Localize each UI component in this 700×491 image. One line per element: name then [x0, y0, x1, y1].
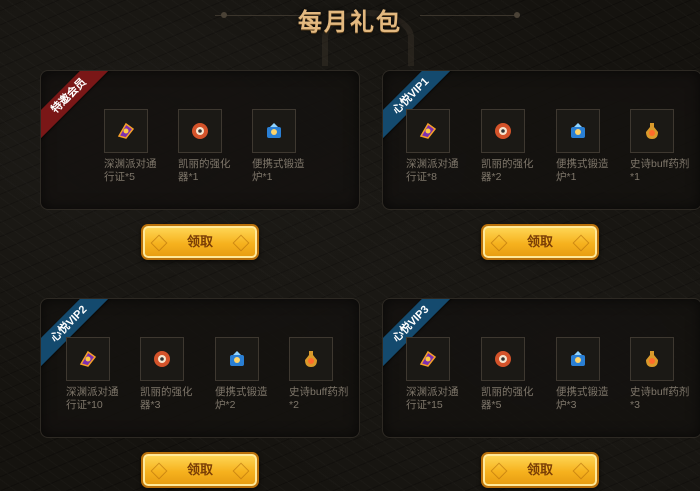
- orange-gear-icon: [495, 351, 511, 367]
- item-label: 深渊派对通行证*5: [104, 158, 157, 183]
- item-slot[interactable]: [178, 109, 222, 153]
- claim-button[interactable]: 领取: [141, 224, 259, 260]
- gift-item[interactable]: 便携式锻造炉*3: [556, 337, 616, 412]
- purple-pass-icon: [117, 122, 135, 139]
- gift-panel-vip3: 心悦VIP3 深渊派对通行证*15 凯丽的强化器*5 便携式锻造炉*3 史诗bu…: [382, 298, 700, 438]
- blue-forge-icon: [267, 123, 281, 138]
- item-slot[interactable]: [289, 337, 333, 381]
- gift-panel-special-member: 特邀会员 深渊派对通行证*5 凯丽的强化器*1 便携式锻造炉*1: [40, 70, 360, 210]
- item-label: 史诗buff药剂*2: [289, 386, 349, 411]
- item-label: 便携式锻造炉*2: [215, 386, 268, 411]
- gold-potion-icon: [646, 351, 658, 367]
- claim-button[interactable]: 领取: [481, 452, 599, 488]
- item-slot[interactable]: [630, 337, 674, 381]
- gift-panel-vip2: 心悦VIP2 深渊派对通行证*10 凯丽的强化器*3 便携式锻造炉*2 史诗bu…: [40, 298, 360, 438]
- gift-item[interactable]: 史诗buff药剂*1: [630, 109, 690, 184]
- item-label: 深渊派对通行证*15: [406, 386, 459, 411]
- item-slot[interactable]: [215, 337, 259, 381]
- item-slot[interactable]: [556, 337, 600, 381]
- item-label: 便携式锻造炉*3: [556, 386, 609, 411]
- gift-item[interactable]: 深渊派对通行证*8: [406, 109, 466, 184]
- item-slot[interactable]: [104, 109, 148, 153]
- item-slot[interactable]: [66, 337, 110, 381]
- item-slot[interactable]: [481, 337, 525, 381]
- item-slot[interactable]: [140, 337, 184, 381]
- gift-item[interactable]: 凯丽的强化器*5: [481, 337, 541, 412]
- item-label: 凯丽的强化器*1: [178, 158, 231, 183]
- page-title: 每月礼包: [298, 8, 402, 36]
- gift-item[interactable]: 深渊派对通行证*15: [406, 337, 466, 412]
- gold-potion-icon: [646, 123, 658, 139]
- item-slot[interactable]: [630, 109, 674, 153]
- gift-item[interactable]: 便携式锻造炉*1: [556, 109, 616, 184]
- blue-forge-icon: [571, 123, 585, 138]
- gift-item[interactable]: 凯丽的强化器*3: [140, 337, 200, 412]
- gift-item[interactable]: 便携式锻造炉*1: [252, 109, 312, 184]
- item-label: 便携式锻造炉*1: [556, 158, 609, 183]
- claim-button[interactable]: 领取: [141, 452, 259, 488]
- gift-panel-vip1: 心悦VIP1 深渊派对通行证*8 凯丽的强化器*2 便携式锻造炉*1 史诗buf…: [382, 70, 700, 210]
- gift-item[interactable]: 便携式锻造炉*2: [215, 337, 275, 412]
- item-label: 凯丽的强化器*5: [481, 386, 534, 411]
- item-slot[interactable]: [406, 337, 450, 381]
- item-slot[interactable]: [406, 109, 450, 153]
- item-label: 凯丽的强化器*2: [481, 158, 534, 183]
- item-slot[interactable]: [252, 109, 296, 153]
- item-label: 深渊派对通行证*10: [66, 386, 119, 411]
- item-label: 史诗buff药剂*3: [630, 386, 690, 411]
- purple-pass-icon: [419, 122, 437, 139]
- purple-pass-icon: [79, 350, 97, 367]
- item-label: 便携式锻造炉*1: [252, 158, 305, 183]
- item-slot[interactable]: [481, 109, 525, 153]
- gift-item[interactable]: 凯丽的强化器*1: [178, 109, 238, 184]
- gift-item[interactable]: 深渊派对通行证*5: [104, 109, 164, 184]
- header: 每月礼包: [0, 0, 700, 66]
- gift-item[interactable]: 深渊派对通行证*10: [66, 337, 126, 412]
- item-slot[interactable]: [556, 109, 600, 153]
- blue-forge-icon: [571, 351, 585, 366]
- purple-pass-icon: [419, 350, 437, 367]
- item-label: 史诗buff药剂*1: [630, 158, 690, 183]
- gold-potion-icon: [305, 351, 317, 367]
- orange-gear-icon: [154, 351, 170, 367]
- claim-button[interactable]: 领取: [481, 224, 599, 260]
- gift-item[interactable]: 凯丽的强化器*2: [481, 109, 541, 184]
- gift-item[interactable]: 史诗buff药剂*2: [289, 337, 349, 412]
- gift-item[interactable]: 史诗buff药剂*3: [630, 337, 690, 412]
- orange-gear-icon: [192, 123, 208, 139]
- blue-forge-icon: [230, 351, 244, 366]
- orange-gear-icon: [495, 123, 511, 139]
- item-label: 深渊派对通行证*8: [406, 158, 459, 183]
- item-label: 凯丽的强化器*3: [140, 386, 193, 411]
